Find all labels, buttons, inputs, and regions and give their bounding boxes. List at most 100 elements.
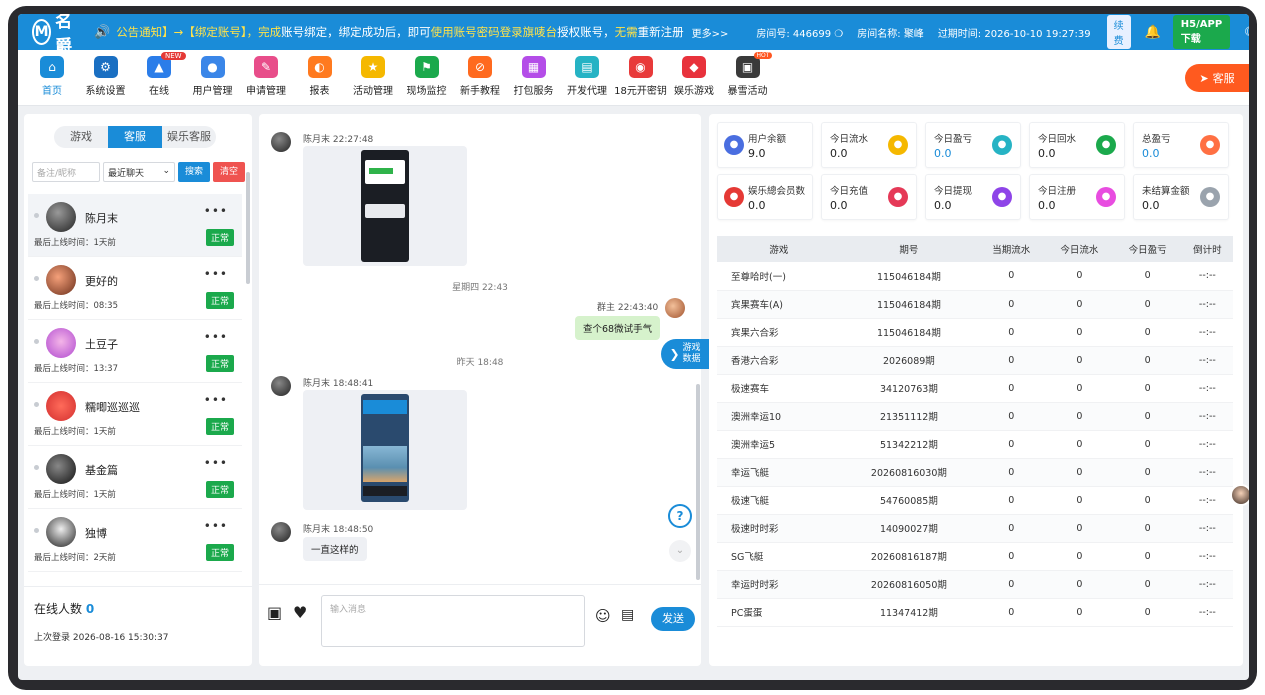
customer-service-button[interactable]: ➤ 客服 xyxy=(1185,64,1249,92)
status-dot xyxy=(34,213,39,218)
scroll-down-icon[interactable]: ⌄ xyxy=(669,540,691,562)
room-name-label: 房间名称: xyxy=(857,28,901,40)
help-icon[interactable]: ? xyxy=(668,504,692,528)
nav-item-11[interactable]: ◉ 18元开密钥 xyxy=(613,56,669,97)
message-input[interactable]: 输入消息 xyxy=(321,595,585,647)
nav-item-6[interactable]: ★ 活动管理 xyxy=(345,56,401,97)
table-row[interactable]: 至尊哈时(一) 115046184期 0 0 0 --:-- xyxy=(717,262,1233,291)
more-icon[interactable]: ••• xyxy=(204,456,228,470)
moon-icon[interactable]: ☾ xyxy=(1244,25,1249,40)
search-input[interactable]: 备注/昵称 xyxy=(32,162,100,182)
table-cell: 0 xyxy=(977,458,1046,487)
text-message[interactable]: 查个68微试手气 xyxy=(575,316,661,340)
floating-avatar[interactable] xyxy=(1230,484,1249,506)
stat-card: ● 今日提现 0.0 xyxy=(925,174,1021,220)
table-row[interactable]: 极速飞艇 54760085期 0 0 0 --:-- xyxy=(717,486,1233,515)
column-header: 当期流水 xyxy=(977,236,1046,262)
table-row[interactable]: 宾果赛车(A) 115046184期 0 0 0 --:-- xyxy=(717,290,1233,319)
nav-item-1[interactable]: ⚙ 系统设置 xyxy=(78,56,134,97)
nav-badge: NEW xyxy=(161,52,186,60)
avatar[interactable] xyxy=(271,522,291,542)
bell-icon[interactable]: 🔔 xyxy=(1145,25,1161,40)
table-row[interactable]: 幸运时时彩 20260816050期 0 0 0 --:-- xyxy=(717,570,1233,599)
more-icon[interactable]: ••• xyxy=(204,330,228,344)
stat-value: 0.0 xyxy=(1142,147,1160,160)
list-item[interactable]: 糯唧巡巡巡 ••• 最后上线时间：1天前 正常 xyxy=(28,383,242,446)
image-message[interactable] xyxy=(303,146,467,266)
table-cell: 34120763期 xyxy=(840,374,978,403)
recharge-button[interactable]: 续费 xyxy=(1106,15,1131,49)
more-icon[interactable]: ••• xyxy=(204,519,228,533)
stat-value: 0.0 xyxy=(934,199,952,212)
table-row[interactable]: 澳洲幸运10 21351112期 0 0 0 --:-- xyxy=(717,402,1233,431)
table-row[interactable]: 极速赛车 34120763期 0 0 0 --:-- xyxy=(717,374,1233,403)
more-icon[interactable]: ••• xyxy=(204,267,228,281)
text-message[interactable]: 一直这样的 xyxy=(303,537,367,561)
table-row[interactable]: PC蛋蛋 11347412期 0 0 0 --:-- xyxy=(717,598,1233,627)
announcement-bar[interactable]: 🔊 公告通知】→【绑定账号】， 完成 账号绑定，绑定成功后，即可 使用账号密码登… xyxy=(94,24,728,40)
table-cell: 0 xyxy=(1113,598,1182,627)
avatar[interactable] xyxy=(271,132,291,152)
table-cell: 0 xyxy=(1045,318,1114,347)
nav-item-label: 报表 xyxy=(309,86,330,97)
tab-entertainment-service[interactable]: 娱乐客服 xyxy=(162,126,216,148)
stat-card: ● 今日注册 0.0 xyxy=(1029,174,1125,220)
column-header: 游戏 xyxy=(717,236,841,262)
list-item[interactable]: 土豆子 ••• 最后上线时间：13:37 正常 xyxy=(28,320,242,383)
copy-icon[interactable]: ❍ xyxy=(834,29,843,40)
table-cell: 0 xyxy=(1045,430,1114,459)
table-cell: 0 xyxy=(977,402,1046,431)
nav-item-8[interactable]: ⊘ 新手教程 xyxy=(452,56,508,97)
nav-item-3[interactable]: ● 用户管理 xyxy=(185,56,241,97)
stat-label: 用户余额 xyxy=(748,134,787,145)
nav-item-10[interactable]: ▤ 开发代理 xyxy=(559,56,615,97)
nav-item-12[interactable]: ◆ 娱乐游戏 xyxy=(666,56,722,97)
more-icon[interactable]: ••• xyxy=(204,393,228,407)
table-row[interactable]: 澳洲幸运5 51342212期 0 0 0 --:-- xyxy=(717,430,1233,459)
more-icon[interactable]: ••• xyxy=(204,204,228,218)
table-cell: --:-- xyxy=(1181,262,1233,291)
list-item[interactable]: 基金篇 ••• 最后上线时间：1天前 正常 xyxy=(28,446,242,509)
search-button[interactable]: 搜索 xyxy=(178,162,211,182)
clear-button[interactable]: 清空 xyxy=(213,162,246,182)
image-message[interactable] xyxy=(303,390,467,510)
table-row[interactable]: 极速时时彩 14090027期 0 0 0 --:-- xyxy=(717,514,1233,543)
emoji-icon[interactable]: ☺ xyxy=(595,607,611,625)
list-item[interactable]: 更好的 ••• 最后上线时间：08:35 正常 xyxy=(28,257,242,320)
avatar[interactable] xyxy=(271,376,291,396)
nav-item-9[interactable]: ▦ 打包服务 xyxy=(506,56,562,97)
app-download-button[interactable]: H5/APP 下载 xyxy=(1172,15,1231,49)
nav-item-2[interactable]: ▲ NEW 在线 xyxy=(131,52,187,97)
status-badge: 正常 xyxy=(205,229,234,246)
nav-item-7[interactable]: ⚑ 现场监控 xyxy=(399,56,455,97)
table-row[interactable]: 幸运飞艇 20260816030期 0 0 0 --:-- xyxy=(717,458,1233,487)
sort-select[interactable]: 最近聊天 ⌄ xyxy=(103,162,175,182)
table-cell: 0 xyxy=(1113,318,1182,347)
table-row[interactable]: SG飞艇 20260816187期 0 0 0 --:-- xyxy=(717,542,1233,571)
status-badge: 正常 xyxy=(205,292,234,309)
nav-item-4[interactable]: ✎ 申请管理 xyxy=(238,56,294,97)
send-button[interactable]: 发送 xyxy=(651,607,695,631)
table-row[interactable]: 香港六合彩 2026089期 0 0 0 --:-- xyxy=(717,346,1233,375)
nav-item-5[interactable]: ◐ 报表 xyxy=(292,56,348,97)
table-row[interactable]: 宾果六合彩 115046184期 0 0 0 --:-- xyxy=(717,318,1233,347)
stat-card: ● 娱乐總会员数 0.0 xyxy=(717,174,813,220)
contact-list-scrollbar[interactable] xyxy=(246,172,250,284)
table-cell: 极速时时彩 xyxy=(717,514,841,543)
tab-game[interactable]: 游戏 xyxy=(54,126,108,148)
stat-card: ● 今日盈亏 0.0 xyxy=(925,122,1021,168)
contact-tabs: 游戏 客服 娱乐客服 xyxy=(54,126,216,148)
notice-more-link[interactable]: 更多>> xyxy=(692,25,729,40)
quick-reply-icon[interactable]: ▤ xyxy=(621,607,634,623)
nav-item-13[interactable]: ▣ HOT 暴雪活动 xyxy=(720,52,776,97)
favorite-icon[interactable]: ♥ xyxy=(293,603,307,622)
image-upload-icon[interactable]: ▣ xyxy=(267,603,282,622)
list-item[interactable]: 陈月末 ••• 最后上线时间：1天前 正常 xyxy=(28,194,242,257)
nav-item-0[interactable]: ⌂ 首页 xyxy=(24,56,80,97)
tab-customer-service[interactable]: 客服 xyxy=(108,126,162,148)
list-item[interactable]: 独博 ••• 最后上线时间：2天前 正常 xyxy=(28,509,242,572)
stat-card: ● 今日充值 0.0 xyxy=(821,174,917,220)
nav-item-label: 现场监控 xyxy=(406,86,447,97)
chat-scrollbar[interactable] xyxy=(696,384,700,580)
avatar[interactable] xyxy=(665,298,685,318)
